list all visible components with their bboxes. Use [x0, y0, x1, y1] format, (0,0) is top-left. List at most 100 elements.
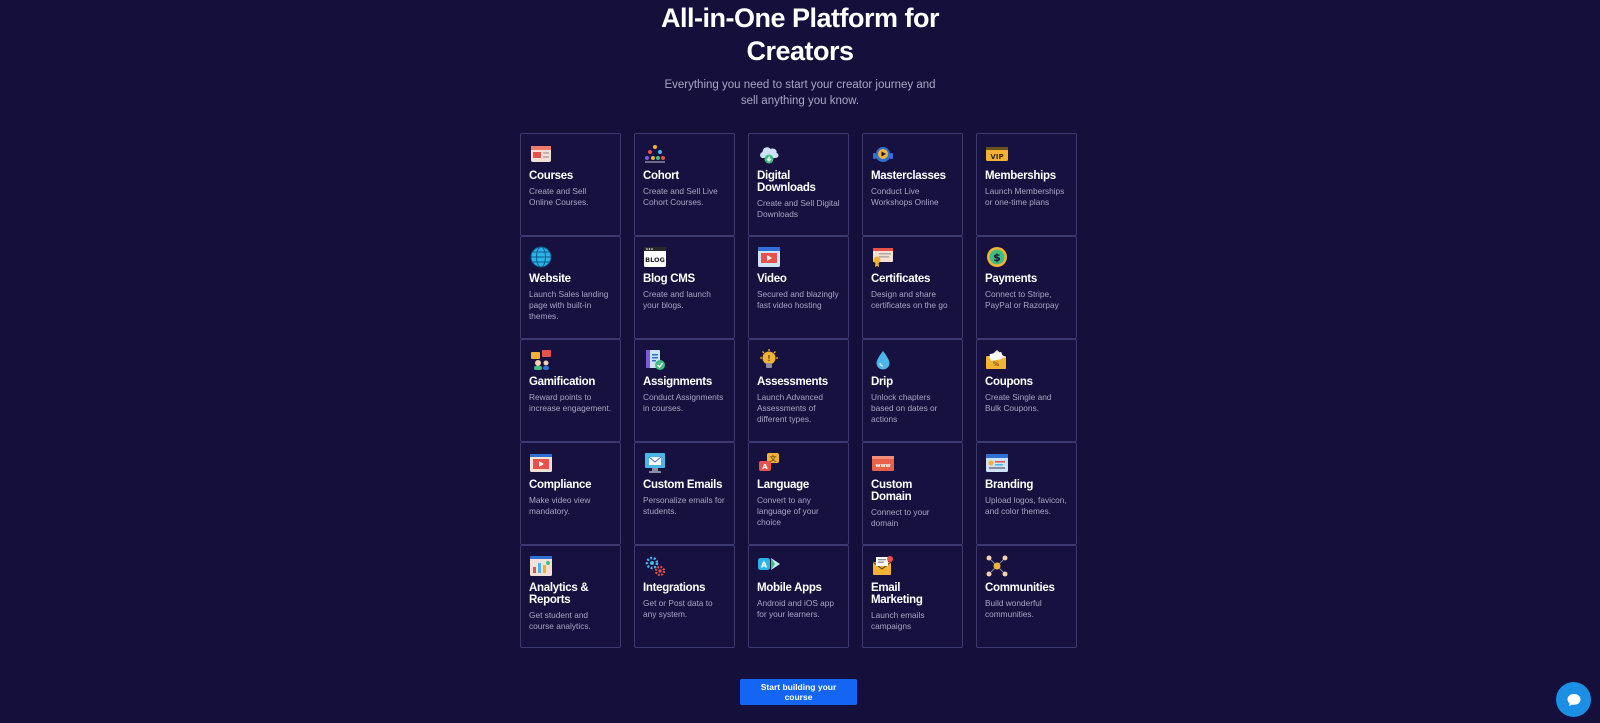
globe-icon	[530, 246, 552, 268]
feature-description: Create and Sell Online Courses.	[529, 186, 589, 207]
feature-title: Blog CMS	[643, 273, 695, 285]
feature-card-memberships[interactable]: VIP Memberships Launch Memberships or one-…	[976, 133, 1077, 236]
feature-title: Digital Downloads	[757, 170, 816, 194]
feature-description: Android and iOS app for your learners.	[757, 598, 835, 619]
feature-description: Create and Sell Digital Downloads	[757, 198, 840, 219]
page-title: All-in-One Platform for Creators	[661, 3, 940, 66]
cloud-download-icon	[760, 147, 779, 164]
feature-card-masterclasses[interactable]: Masterclasses Conduct Live Workshops Onli…	[862, 133, 963, 236]
feature-title: Website	[529, 273, 571, 285]
feature-title: Drip	[871, 376, 893, 388]
assignment-icon	[646, 350, 665, 370]
feature-card-language[interactable]: 文 A Language Convert to any language of you…	[748, 442, 849, 545]
feature-title: Gamification	[529, 376, 596, 388]
feature-card-gamification[interactable]: Gamification Reward points to increase en…	[520, 339, 621, 442]
svg-text:A: A	[762, 463, 768, 471]
feature-description: Launch emails campaigns	[871, 610, 925, 631]
feature-title: Communities	[985, 582, 1055, 594]
feature-title: Memberships	[985, 170, 1056, 182]
feature-grid: Courses Create and Sell Online Courses. Co…	[520, 133, 1077, 648]
feature-description: Get or Post data to any system.	[643, 598, 713, 619]
dollar-coin-icon: $	[987, 247, 1007, 267]
feature-description: Get student and course analytics.	[529, 610, 591, 631]
feature-card-branding[interactable]: Branding Upload logos, favicon, and color…	[976, 442, 1077, 545]
feature-description: Launch Sales landing page with built-in …	[529, 289, 609, 321]
feature-card-mobile-apps[interactable]: A Mobile Apps Android and iOS app for your…	[748, 545, 849, 648]
lightbulb-icon: !	[760, 349, 778, 368]
svg-text:www: www	[875, 463, 890, 469]
envelope-icon	[872, 556, 893, 575]
feature-title: Compliance	[529, 479, 592, 491]
feature-card-cohort[interactable]: Cohort Create and Sell Live Cohort Course…	[634, 133, 735, 236]
svg-text:%: %	[993, 361, 999, 368]
feature-card-analytics-reports[interactable]: Analytics & Reports Get student and cours…	[520, 545, 621, 648]
feature-title: Video	[757, 273, 787, 285]
feature-card-courses[interactable]: Courses Create and Sell Online Courses.	[520, 133, 621, 236]
feature-description: Create and launch your blogs.	[643, 289, 711, 310]
svg-text:$: $	[993, 251, 1001, 264]
feature-description: Unlock chapters based on dates or action…	[871, 392, 938, 424]
analytics-chart-icon	[530, 556, 552, 576]
app-store-icon: A	[758, 558, 780, 570]
svg-text:BLOG: BLOG	[645, 256, 665, 264]
feature-description: Conduct Assignments in courses.	[643, 392, 724, 413]
feature-title: Cohort	[643, 170, 679, 182]
feature-card-custom-emails[interactable]: Custom Emails Personalize emails for stud…	[634, 442, 735, 545]
chat-bubble-icon	[1567, 693, 1580, 706]
feature-title: Payments	[985, 273, 1037, 285]
feature-card-compliance[interactable]: Compliance Make video view mandatory.	[520, 442, 621, 545]
feature-description: Launch Advanced Assessments of different…	[757, 392, 823, 424]
www-domain-icon: www	[872, 456, 894, 471]
water-drop-icon	[876, 351, 890, 370]
translate-icon: 文A	[759, 453, 779, 471]
feature-description: Connect to Stripe, PayPal or Razorpay	[985, 289, 1059, 310]
page: All-in-One Platform for Creators Everyth…	[0, 0, 1600, 723]
feature-card-assessments[interactable]: ! Assessments Launch Advanced Assessments …	[748, 339, 849, 442]
feature-description: Make video view mandatory.	[529, 495, 591, 516]
feature-card-drip[interactable]: Drip Unlock chapters based on dates or ac…	[862, 339, 963, 442]
courses-icon	[531, 146, 551, 162]
feature-card-digital-downloads[interactable]: Digital Downloads Create and Sell Digital…	[748, 133, 849, 236]
feature-description: Upload logos, favicon, and color themes.	[985, 495, 1067, 516]
feature-description: Build wonderful communities.	[985, 598, 1042, 619]
svg-text:A: A	[761, 561, 768, 570]
feature-card-communities[interactable]: Communities Build wonderful communities.	[976, 545, 1077, 648]
feature-description: Personalize emails for students.	[643, 495, 725, 516]
feature-title: Mobile Apps	[757, 582, 822, 594]
feature-description: Reward points to increase engagement.	[529, 392, 612, 413]
gamification-icon	[531, 350, 551, 370]
feature-card-website[interactable]: Website Launch Sales landing page with bu…	[520, 236, 621, 339]
feature-description: Conduct Live Workshops Online	[871, 186, 939, 207]
feature-title: Language	[757, 479, 809, 491]
cohort-icon	[645, 145, 665, 163]
feature-title: Assessments	[757, 376, 828, 388]
email-monitor-icon	[645, 453, 665, 473]
feature-title: Courses	[529, 170, 573, 182]
feature-card-email-marketing[interactable]: Email Marketing Launch emails campaigns	[862, 545, 963, 648]
feature-card-coupons[interactable]: % Coupons Create Single and Bulk Coupons.	[976, 339, 1077, 442]
feature-card-certificates[interactable]: Certificates Design and share certificate…	[862, 236, 963, 339]
feature-description: Design and share certificates on the go	[871, 289, 948, 310]
start-building-button[interactable]: Start building your course	[740, 679, 857, 705]
video-compliance-icon	[530, 454, 552, 472]
feature-description: Create and Sell Live Cohort Courses.	[643, 186, 718, 207]
feature-card-custom-domain[interactable]: www Custom Domain Connect to your domain	[862, 442, 963, 545]
feature-card-integrations[interactable]: Integrations Get or Post data to any syst…	[634, 545, 735, 648]
gears-icon	[645, 556, 666, 577]
feature-title: Assignments	[643, 376, 712, 388]
svg-text:VIP: VIP	[990, 153, 1003, 161]
feature-description: Connect to your domain	[871, 507, 930, 528]
feature-description: Convert to any language of your choice	[757, 495, 819, 527]
feature-title: Email Marketing	[871, 582, 923, 606]
feature-description: Create Single and Bulk Coupons.	[985, 392, 1052, 413]
video-window-icon	[758, 247, 780, 267]
feature-description: Launch Memberships or one-time plans	[985, 186, 1065, 207]
play-headset-icon	[873, 145, 893, 162]
svg-text:!: !	[767, 354, 771, 363]
feature-card-assignments[interactable]: Assignments Conduct Assignments in course…	[634, 339, 735, 442]
feature-card-blog-cms[interactable]: BLOG Blog CMS Create and launch your blogs…	[634, 236, 735, 339]
feature-title: Masterclasses	[871, 170, 946, 182]
chat-widget-button[interactable]	[1556, 682, 1591, 717]
feature-card-video[interactable]: Video Secured and blazingly fast video ho…	[748, 236, 849, 339]
feature-card-payments[interactable]: $ Payments Connect to Stripe, PayPal or Ra…	[976, 236, 1077, 339]
